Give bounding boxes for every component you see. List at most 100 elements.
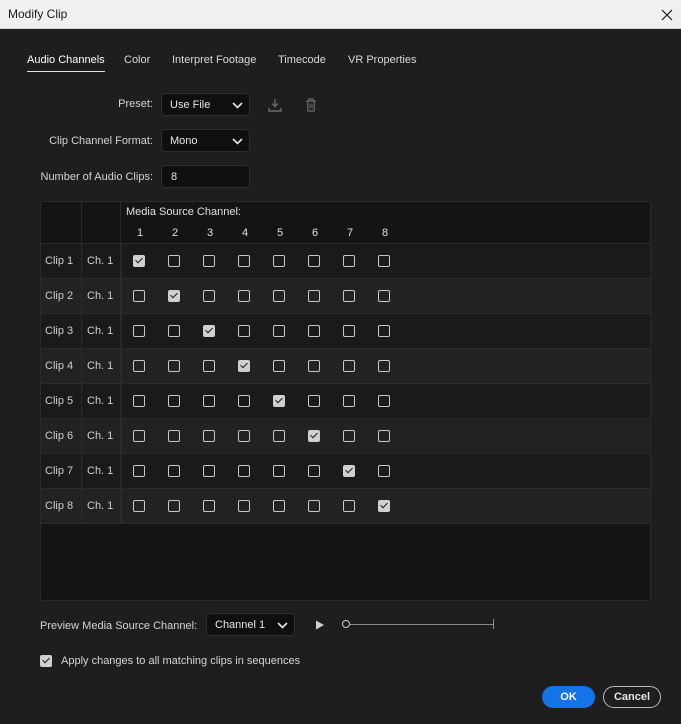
- tab-audio-channels[interactable]: Audio Channels: [27, 54, 105, 72]
- clip-label: Clip 1: [45, 255, 74, 267]
- clip-label: Clip 8: [45, 500, 74, 512]
- channel-checkbox[interactable]: [343, 325, 355, 337]
- download-icon: [268, 99, 282, 112]
- scrubber-thumb[interactable]: [342, 620, 350, 628]
- channel-checkbox[interactable]: [203, 290, 215, 302]
- channel-checkbox[interactable]: [273, 395, 285, 407]
- channel-checkbox[interactable]: [238, 395, 250, 407]
- channel-checkbox[interactable]: [378, 255, 390, 267]
- preview-channel-dropdown[interactable]: Channel 1: [206, 613, 295, 636]
- channel-checkbox[interactable]: [133, 500, 145, 512]
- table-row: Clip 8 Ch. 1: [41, 488, 650, 523]
- channel-checkbox[interactable]: [133, 290, 145, 302]
- channel-checkbox[interactable]: [378, 325, 390, 337]
- channel-checkbox[interactable]: [238, 360, 250, 372]
- delete-preset-button[interactable]: [303, 97, 319, 113]
- channel-checkbox[interactable]: [378, 395, 390, 407]
- channel-checkbox[interactable]: [133, 360, 145, 372]
- number-of-audio-clips-field[interactable]: 8: [161, 165, 250, 188]
- channel-checkbox[interactable]: [343, 395, 355, 407]
- channel-checkbox[interactable]: [273, 500, 285, 512]
- channel-checkbox[interactable]: [343, 430, 355, 442]
- channel-checkbox[interactable]: [203, 360, 215, 372]
- channel-checkbox[interactable]: [273, 360, 285, 372]
- table-row: Clip 7 Ch. 1: [41, 453, 650, 488]
- channel-checkbox[interactable]: [343, 290, 355, 302]
- channel-checkbox[interactable]: [343, 360, 355, 372]
- channel-cell: Ch. 1: [82, 454, 121, 488]
- channel-checkbox[interactable]: [343, 255, 355, 267]
- channel-checkbox[interactable]: [378, 430, 390, 442]
- channel-checkbox[interactable]: [343, 500, 355, 512]
- channel-checkbox[interactable]: [168, 430, 180, 442]
- close-button[interactable]: [652, 0, 681, 29]
- tab-timecode[interactable]: Timecode: [278, 54, 326, 66]
- channel-checkbox[interactable]: [168, 395, 180, 407]
- channel-checkbox[interactable]: [378, 465, 390, 477]
- channel-checkbox[interactable]: [168, 500, 180, 512]
- channel-checkbox[interactable]: [343, 465, 355, 477]
- channel-cell: Ch. 1: [82, 419, 121, 453]
- channel-checkbox[interactable]: [378, 290, 390, 302]
- channel-checkbox[interactable]: [238, 325, 250, 337]
- ok-button[interactable]: OK: [542, 686, 595, 708]
- cancel-button[interactable]: Cancel: [603, 686, 661, 708]
- channel-checkbox[interactable]: [238, 290, 250, 302]
- channel-checkbox[interactable]: [203, 500, 215, 512]
- channel-checkbox[interactable]: [238, 500, 250, 512]
- channel-checkbox[interactable]: [168, 255, 180, 267]
- channel-checkbox[interactable]: [308, 395, 320, 407]
- channel-checkbox[interactable]: [308, 500, 320, 512]
- channel-checkbox[interactable]: [203, 430, 215, 442]
- number-of-audio-clips-label: Number of Audio Clips:: [40, 171, 154, 183]
- play-button[interactable]: [313, 618, 327, 632]
- preview-scrubber[interactable]: [342, 619, 494, 629]
- apply-all-checkbox[interactable]: [40, 655, 52, 667]
- tab-interpret-footage[interactable]: Interpret Footage: [172, 54, 256, 66]
- channel-label: Ch. 1: [87, 465, 114, 477]
- clip-cell: Clip 7: [41, 454, 82, 488]
- channel-checkbox[interactable]: [308, 360, 320, 372]
- clip-channel-format-dropdown[interactable]: Mono: [161, 129, 250, 152]
- channel-checkbox[interactable]: [203, 465, 215, 477]
- preset-label: Preset:: [118, 98, 153, 110]
- channel-checkbox[interactable]: [238, 465, 250, 477]
- channel-checkbox[interactable]: [203, 255, 215, 267]
- channel-cell: Ch. 1: [82, 384, 121, 418]
- channel-grid: Media Source Channel: 1 2 3 4 5 6 7 8 Clip 1 Ch.…: [40, 201, 651, 601]
- save-preset-button[interactable]: [267, 97, 283, 113]
- channel-checkbox[interactable]: [238, 430, 250, 442]
- channel-checkbox[interactable]: [273, 290, 285, 302]
- channel-checkbox[interactable]: [203, 325, 215, 337]
- channel-checkbox[interactable]: [273, 465, 285, 477]
- channel-checkbox[interactable]: [308, 290, 320, 302]
- grid-divider: [121, 243, 122, 523]
- channel-checkbox[interactable]: [168, 465, 180, 477]
- channel-checkbox[interactable]: [133, 465, 145, 477]
- preset-dropdown[interactable]: Use File: [161, 93, 250, 116]
- channel-number: 6: [311, 227, 319, 239]
- channel-checkbox[interactable]: [133, 325, 145, 337]
- channel-checkbox[interactable]: [133, 395, 145, 407]
- channel-label: Ch. 1: [87, 290, 114, 302]
- tab-vr-properties[interactable]: VR Properties: [348, 54, 416, 66]
- channel-checkbox[interactable]: [168, 290, 180, 302]
- channel-checkbox[interactable]: [273, 255, 285, 267]
- channel-checkbox[interactable]: [133, 255, 145, 267]
- channel-checkbox[interactable]: [378, 360, 390, 372]
- channel-label: Ch. 1: [87, 325, 114, 337]
- channel-checkbox[interactable]: [308, 325, 320, 337]
- channel-checkbox[interactable]: [238, 255, 250, 267]
- tab-color[interactable]: Color: [124, 54, 150, 66]
- channel-checkbox[interactable]: [133, 430, 145, 442]
- channel-checkbox[interactable]: [308, 430, 320, 442]
- channel-checkbox[interactable]: [168, 360, 180, 372]
- channel-checkbox[interactable]: [273, 430, 285, 442]
- channel-checkbox[interactable]: [203, 395, 215, 407]
- channel-checkbox[interactable]: [168, 325, 180, 337]
- channel-checkbox[interactable]: [273, 325, 285, 337]
- channel-checkbox[interactable]: [378, 500, 390, 512]
- channel-checkbox[interactable]: [308, 465, 320, 477]
- number-of-audio-clips-value: 8: [171, 171, 178, 183]
- channel-checkbox[interactable]: [308, 255, 320, 267]
